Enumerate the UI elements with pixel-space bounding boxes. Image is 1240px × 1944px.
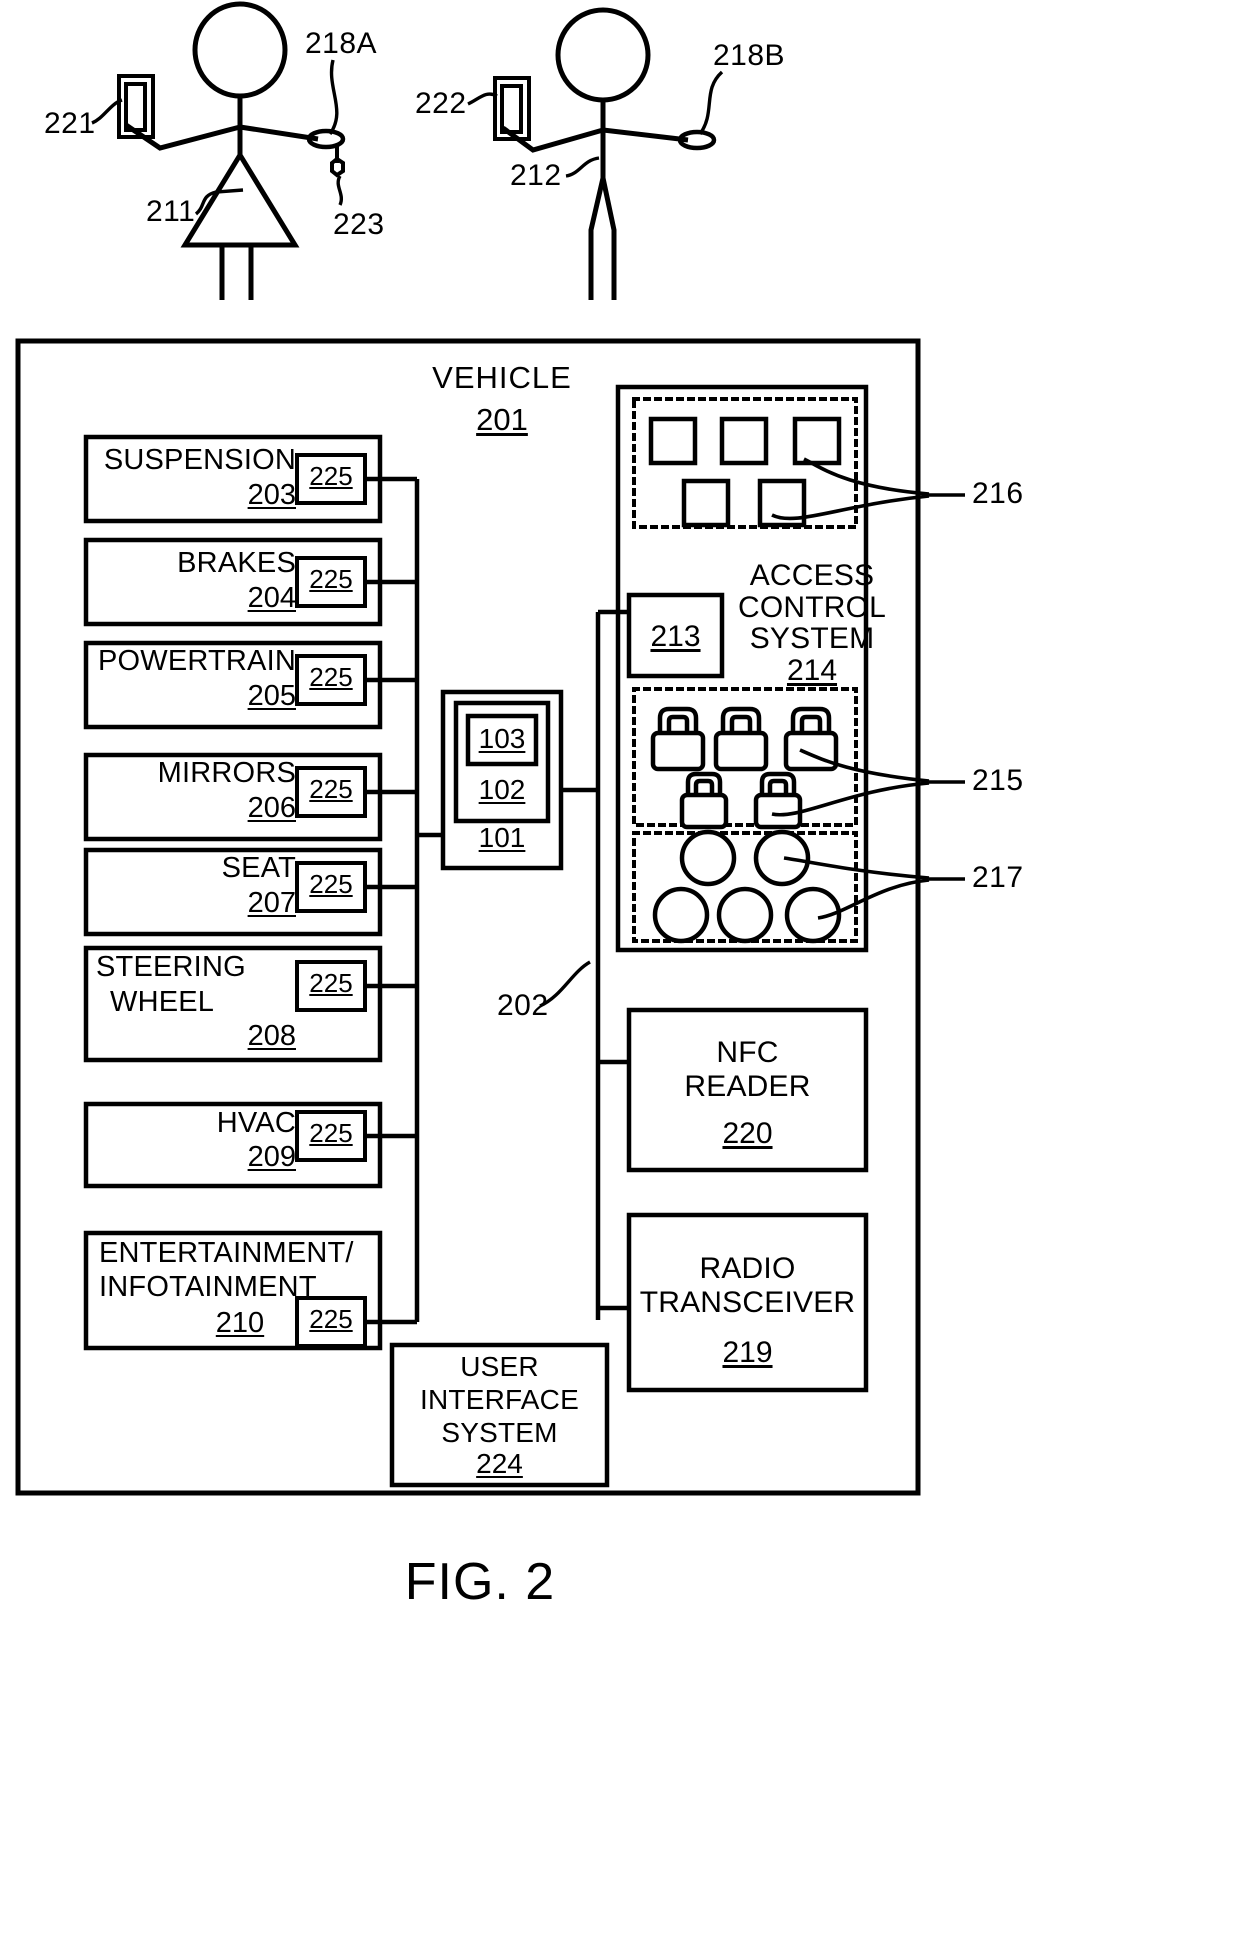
actor-1-keyfob-icon: [330, 146, 345, 178]
sensor-ref-206: 225: [309, 774, 353, 804]
sensor-ref-204: 225: [309, 564, 353, 594]
access-control-label-line1: ACCESS: [749, 559, 875, 592]
sensor-ref-209: 225: [309, 1118, 353, 1148]
subsystem-label-brakes: BRAKES: [177, 547, 296, 579]
subsystem-ref-206: 206: [247, 792, 296, 824]
subsystem-ref-203: 203: [247, 479, 296, 511]
vehicle-ref: 201: [476, 402, 528, 437]
circle-icon: [652, 886, 710, 944]
square-icon: [719, 416, 769, 466]
circle-icon: [716, 886, 774, 944]
light-icons: [652, 829, 842, 944]
access-control-label-line3: SYSTEM: [749, 622, 875, 655]
leader-223: [336, 175, 343, 206]
subsystem-label-steering-wheel-line2: WHEEL: [110, 986, 215, 1018]
access-control-ref-214: 214: [786, 654, 838, 687]
subsystem-label-seat: SEAT: [221, 852, 296, 884]
sensor-ref-208: 225: [309, 968, 353, 998]
padlock-icon: [679, 771, 729, 830]
user-interface-label-line1: USER: [460, 1351, 539, 1382]
user-interface-label-line2: INTERFACE: [420, 1384, 579, 1415]
subsystem-label-entertainment-line2: INFOTAINMENT: [99, 1271, 317, 1303]
sensor-ref-203: 225: [309, 461, 353, 491]
subsystem-label-hvac: HVAC: [216, 1107, 296, 1139]
square-icon: [648, 416, 698, 466]
nfc-reader-ref-220: 220: [722, 1117, 773, 1150]
padlock-icon: [753, 771, 803, 830]
group-ref-216: 216: [972, 477, 1024, 510]
leader-218a: [328, 59, 339, 135]
circle-icon: [753, 829, 811, 887]
group-ref-217: 217: [972, 861, 1024, 894]
ref-212: 212: [510, 159, 562, 192]
user-interface-ref-224: 224: [476, 1448, 523, 1479]
actor-2-phone-icon: [493, 76, 531, 141]
leader-212: [565, 156, 600, 178]
actor-1-figure: [124, 1, 319, 300]
subsystem-ref-209: 209: [247, 1141, 296, 1173]
ref-218a: 218A: [305, 27, 378, 60]
group-ref-215: 215: [972, 764, 1024, 797]
access-control-label-line2: CONTROL: [737, 591, 887, 624]
ref-221: 221: [44, 107, 96, 140]
leader-218b: [698, 70, 724, 135]
subsystem-label-mirrors: MIRRORS: [157, 757, 296, 789]
vehicle-title: VEHICLE: [432, 360, 572, 395]
ref-211: 211: [146, 195, 196, 228]
subsystem-ref-210: 210: [215, 1307, 265, 1339]
controller-ref-102: 102: [478, 774, 526, 805]
leader-222: [467, 92, 498, 106]
subsystem-label-suspension: SUSPENSION: [103, 444, 296, 476]
module-ref-213: 213: [650, 620, 701, 653]
subsystem-label-powertrain: POWERTRAIN: [97, 645, 296, 677]
nfc-reader-label-line1: NFC: [716, 1036, 779, 1069]
actor-1-phone-icon: [117, 74, 155, 139]
sensor-ref-207: 225: [309, 869, 353, 899]
user-interface-label-line3: SYSTEM: [441, 1417, 558, 1448]
padlock-icon: [713, 706, 769, 772]
nfc-reader-label-line2: READER: [684, 1070, 811, 1103]
ref-218b: 218B: [713, 39, 786, 72]
figure-canvas: 221 218A 223 211 222 218B 212 VEHICLE 20…: [0, 0, 1240, 1944]
circle-icon: [679, 829, 737, 887]
controller-ref-101: 101: [478, 822, 526, 853]
radio-transceiver-label-line2: TRANSCEIVER: [639, 1286, 856, 1319]
subsystem-label-steering-wheel-line1: STEERING: [96, 951, 246, 983]
ref-223: 223: [333, 208, 385, 241]
bus-ref-202: 202: [497, 989, 549, 1022]
window-icons: [648, 416, 842, 528]
subsystem-label-entertainment-line1: ENTERTAINMENT/: [99, 1237, 354, 1269]
leader-211: [194, 188, 244, 216]
subsystem-ref-204: 204: [247, 582, 296, 614]
ref-222: 222: [415, 87, 467, 120]
controller-ref-103: 103: [478, 723, 526, 754]
subsystem-ref-205: 205: [247, 680, 296, 712]
square-icon: [792, 416, 842, 466]
sensor-ref-205: 225: [309, 662, 353, 692]
sensor-ref-210: 225: [309, 1304, 353, 1334]
figure-caption: FIG. 2: [404, 1553, 556, 1611]
square-icon: [681, 478, 731, 528]
radio-transceiver-ref-219: 219: [722, 1336, 773, 1369]
actor-2-figure: [501, 7, 689, 300]
subsystem-ref-208: 208: [247, 1020, 296, 1052]
radio-transceiver-label-line1: RADIO: [699, 1252, 796, 1285]
subsystem-ref-207: 207: [247, 887, 296, 919]
padlock-icon: [650, 706, 706, 772]
